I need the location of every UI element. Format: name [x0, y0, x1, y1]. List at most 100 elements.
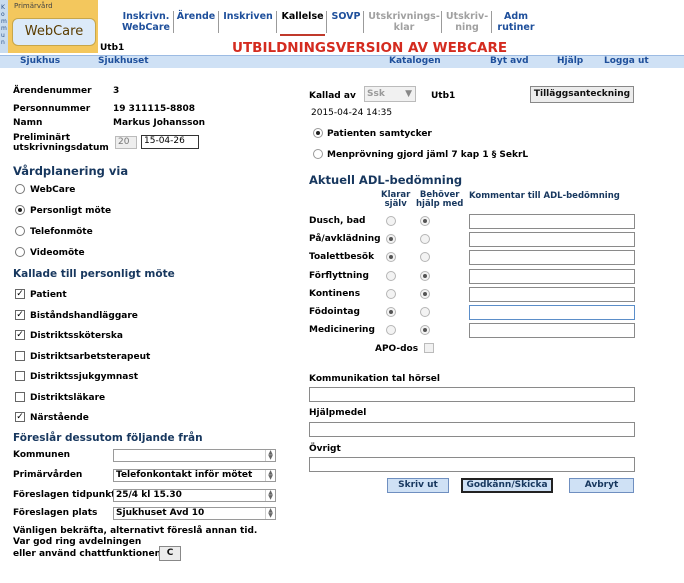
invited-checkbox[interactable] — [15, 391, 25, 402]
adl-row-label: Toalettbesök — [309, 252, 375, 263]
adl-row-label: Medicinering — [309, 325, 375, 336]
adl-self-radio[interactable] — [386, 252, 396, 263]
adl-row-label: Förflyttning — [309, 270, 369, 281]
adl-self-radio[interactable] — [386, 288, 396, 299]
adl-self-radio[interactable] — [386, 216, 396, 226]
proposal-select[interactable]: ▲ ▼ — [113, 449, 276, 462]
invited-checkbox[interactable] — [15, 350, 25, 361]
adl-help-radio[interactable] — [420, 270, 430, 281]
tab-inskriven[interactable]: Inskriven — [221, 11, 275, 22]
spinner-icon: ▲ ▼ — [265, 450, 275, 461]
tab-arende[interactable]: Ärende — [175, 11, 217, 22]
proposal-select[interactable]: 25/4 kl 15.30 ▲ ▼ — [113, 489, 276, 502]
consent-radio[interactable] — [313, 128, 323, 138]
personnummer-value: 19 311115-8808 — [113, 104, 196, 114]
adl-comment-input[interactable] — [469, 232, 635, 248]
discharge-date-input[interactable]: 15-04-26 — [141, 135, 199, 149]
adl-col-help: Behöver hjälp med — [416, 190, 464, 209]
note-call: Var god ring avdelningen — [13, 537, 142, 547]
invited-title: Kallade till personligt möte — [13, 268, 175, 280]
tab-utskrivning: Utskriv- ning — [445, 11, 489, 33]
communication-input[interactable] — [309, 387, 635, 402]
tab-separator — [441, 11, 442, 33]
adl-comment-input[interactable] — [469, 323, 635, 339]
adl-row-label: Födointag — [309, 307, 360, 317]
proposal-value: Sjukhuset Avd 10 — [116, 508, 205, 518]
adl-comment-input[interactable] — [469, 214, 635, 229]
chat-button[interactable]: C — [159, 546, 181, 561]
adl-col-comment: Kommentar till ADL-bedömning — [469, 191, 620, 201]
invited-checkbox[interactable] — [15, 371, 25, 381]
tab-utskrivningsklar: Utskrivnings- klar — [368, 11, 440, 33]
apo-checkbox — [424, 343, 434, 353]
approve-send-button[interactable]: Godkänn/Skicka — [461, 478, 553, 493]
logo-wordmark: WebCare — [12, 18, 96, 46]
tab-separator — [276, 11, 277, 33]
cancel-button[interactable]: Avbryt — [569, 478, 634, 493]
discharge-date-label: Preliminärt utskrivningsdatum — [13, 133, 109, 153]
nav-sjukhus[interactable]: Sjukhus — [20, 56, 60, 66]
care-option-label: Personligt möte — [30, 206, 112, 216]
adl-help-radio[interactable] — [420, 252, 430, 263]
nav-logout[interactable]: Logga ut — [604, 56, 649, 66]
adl-comment-input[interactable] — [469, 268, 635, 284]
adl-title: Aktuell ADL-bedömning — [309, 173, 463, 187]
invited-checkbox[interactable]: ✓ — [15, 289, 25, 299]
adl-self-radio[interactable] — [386, 325, 396, 336]
proposal-select[interactable]: Sjukhuset Avd 10 ▲ ▼ — [113, 507, 276, 520]
care-option-radio[interactable] — [15, 184, 25, 194]
adl-help-radio[interactable] — [420, 288, 430, 299]
note-confirm: Vänligen bekräfta, alternativt föreslå a… — [13, 526, 258, 536]
adl-comment-input[interactable] — [469, 250, 635, 266]
nav-change-dept[interactable]: Byt avd — [490, 56, 529, 66]
proposal-select[interactable]: Telefonkontakt inför mötet ▲ ▼ — [113, 469, 276, 482]
nav-catalog[interactable]: Katalogen — [389, 56, 441, 66]
adl-comment-input[interactable] — [469, 286, 635, 302]
adl-self-radio[interactable] — [386, 270, 396, 281]
other-input[interactable] — [309, 457, 635, 472]
adl-help-radio[interactable] — [420, 216, 430, 226]
kommun-strip[interactable]: Kommun — [0, 0, 8, 53]
kommun-letter: o — [1, 11, 5, 18]
tab-inskrivn-webcare[interactable]: Inskrivn. WebCare — [120, 11, 172, 33]
invited-label: Distriktssjukgymnast — [30, 372, 139, 382]
discharge-century-field: 20 — [115, 136, 137, 149]
care-option-radio[interactable] — [15, 226, 25, 236]
note-chat: eller använd chattfunktionen: — [13, 549, 165, 559]
care-option-label: Telefonmöte — [30, 227, 93, 237]
active-tab-underline — [280, 34, 325, 36]
adl-help-radio[interactable] — [420, 307, 430, 317]
adl-comment-input[interactable] — [469, 305, 635, 320]
other-label: Övrigt — [309, 444, 341, 454]
consent-radio[interactable] — [313, 149, 323, 159]
spinner-icon: ▲ ▼ — [265, 470, 275, 481]
kommun-letter: K — [1, 4, 5, 11]
tab-adm-rutiner[interactable]: Adm rutiner — [497, 11, 535, 33]
called-by-label: Kallad av — [309, 91, 356, 101]
communication-label: Kommunikation tal hörsel — [309, 374, 440, 384]
care-option-radio[interactable] — [15, 205, 25, 215]
adl-help-radio[interactable] — [420, 325, 430, 336]
care-option-radio[interactable] — [15, 247, 25, 257]
invited-checkbox[interactable]: ✓ — [15, 330, 25, 340]
called-by-value: Ssk — [367, 89, 385, 99]
tab-separator — [326, 11, 327, 33]
aids-label: Hjälpmedel — [309, 408, 367, 418]
tab-sovp[interactable]: SOVP — [330, 11, 362, 22]
tab-kallelse[interactable]: Kallelse — [280, 11, 325, 22]
training-banner: UTBILDNINGSVERSION AV WEBCARE — [232, 40, 508, 56]
name-label: Namn — [13, 118, 43, 128]
print-button[interactable]: Skriv ut — [387, 478, 449, 493]
consent-label: Menprövning gjord jäml 7 kap 1 § SekrL — [327, 150, 529, 160]
add-note-button[interactable]: Tilläggsanteckning — [530, 86, 634, 103]
nav-sjukhuset[interactable]: Sjukhuset — [98, 56, 149, 66]
adl-help-radio[interactable] — [420, 234, 430, 245]
aids-input[interactable] — [309, 422, 635, 437]
proposal-label: Primärvården — [13, 470, 83, 480]
invited-checkbox[interactable]: ✓ — [15, 309, 25, 320]
adl-self-radio[interactable] — [386, 307, 396, 317]
case-number-label: Ärendenummer — [13, 86, 92, 96]
adl-self-radio[interactable] — [386, 234, 396, 245]
nav-help[interactable]: Hjälp — [557, 56, 583, 66]
invited-checkbox[interactable]: ✓ — [15, 412, 25, 422]
